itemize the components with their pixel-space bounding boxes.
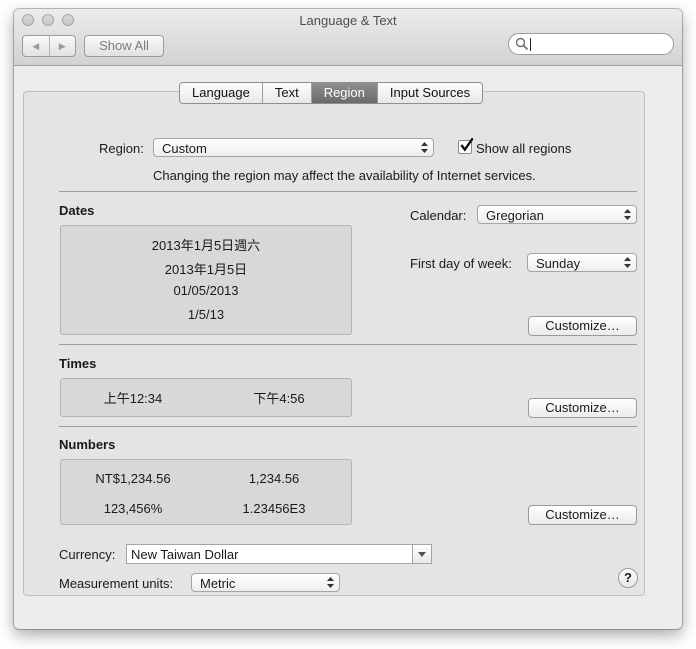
measurement-value: Metric: [200, 576, 236, 591]
back-button[interactable]: ◀: [23, 36, 49, 56]
currency-combo-box[interactable]: New Taiwan Dollar: [126, 544, 432, 564]
up-down-arrows-icon: [327, 577, 334, 588]
tab-input-sources[interactable]: Input Sources: [376, 83, 482, 103]
date-sample-long: 2013年1月5日: [164, 262, 248, 277]
time-sample-medium: 下午4:56: [253, 391, 305, 406]
measurement-label: Measurement units:: [59, 576, 174, 591]
numbers-customize-button[interactable]: Customize…: [528, 505, 637, 525]
tab-bar: Language Text Region Input Sources: [179, 82, 484, 104]
currency-label: Currency:: [59, 547, 116, 562]
title-bar: Language & Text ◀ ▶ Show All: [14, 9, 682, 66]
chevron-down-icon: [418, 552, 426, 557]
calendar-popup[interactable]: Gregorian: [477, 205, 637, 224]
number-sample-scientific: 1.23456E3: [242, 501, 306, 516]
tab-region[interactable]: Region: [310, 83, 377, 103]
calendar-label: Calendar:: [410, 208, 467, 223]
number-sample-decimal: 1,234.56: [248, 471, 300, 486]
times-heading: Times: [59, 356, 97, 371]
search-icon: [515, 37, 529, 51]
chevron-right-icon: ▶: [58, 40, 66, 51]
dates-customize-button[interactable]: Customize…: [528, 316, 637, 336]
time-sample-short: 上午12:34: [103, 391, 163, 406]
region-label: Region:: [99, 141, 144, 156]
dates-heading: Dates: [59, 203, 95, 218]
date-sample-short: 1/5/13: [187, 307, 225, 322]
calendar-value: Gregorian: [486, 208, 544, 223]
times-customize-button[interactable]: Customize…: [528, 398, 637, 418]
first-day-popup[interactable]: Sunday: [527, 253, 637, 272]
region-value: Custom: [162, 141, 207, 156]
checkmark-icon: [460, 138, 473, 152]
numbers-heading: Numbers: [59, 437, 116, 452]
show-all-regions-label: Show all regions: [476, 141, 572, 156]
forward-button[interactable]: ▶: [48, 36, 76, 56]
text-cursor: [530, 38, 531, 51]
first-day-value: Sunday: [536, 256, 581, 271]
currency-value: New Taiwan Dollar: [131, 547, 239, 562]
region-popup[interactable]: Custom: [153, 138, 434, 157]
window-title: Language & Text: [299, 13, 397, 28]
show-all-regions-checkbox[interactable]: [458, 138, 473, 154]
divider: [59, 426, 637, 427]
show-all-button[interactable]: Show All: [84, 35, 164, 57]
first-day-label: First day of week:: [410, 256, 512, 271]
search-input[interactable]: [508, 33, 674, 55]
currency-dropdown-button[interactable]: [412, 545, 431, 563]
chevron-left-icon: ◀: [32, 40, 40, 51]
divider: [59, 344, 637, 345]
divider: [59, 191, 637, 192]
navigation-buttons: ◀ ▶: [22, 35, 76, 57]
up-down-arrows-icon: [624, 257, 631, 268]
help-button[interactable]: ?: [618, 568, 638, 588]
tab-text[interactable]: Text: [261, 83, 311, 103]
measurement-popup[interactable]: Metric: [191, 573, 340, 592]
number-sample-currency: NT$1,234.56: [95, 471, 171, 486]
region-notice: Changing the region may affect the avail…: [153, 168, 536, 183]
date-sample-full: 2013年1月5日週六: [151, 238, 261, 253]
number-sample-percent: 123,456%: [103, 501, 163, 516]
tab-language[interactable]: Language: [180, 83, 262, 103]
up-down-arrows-icon: [624, 209, 631, 220]
up-down-arrows-icon: [421, 142, 428, 153]
date-sample-medium: 01/05/2013: [173, 283, 239, 298]
